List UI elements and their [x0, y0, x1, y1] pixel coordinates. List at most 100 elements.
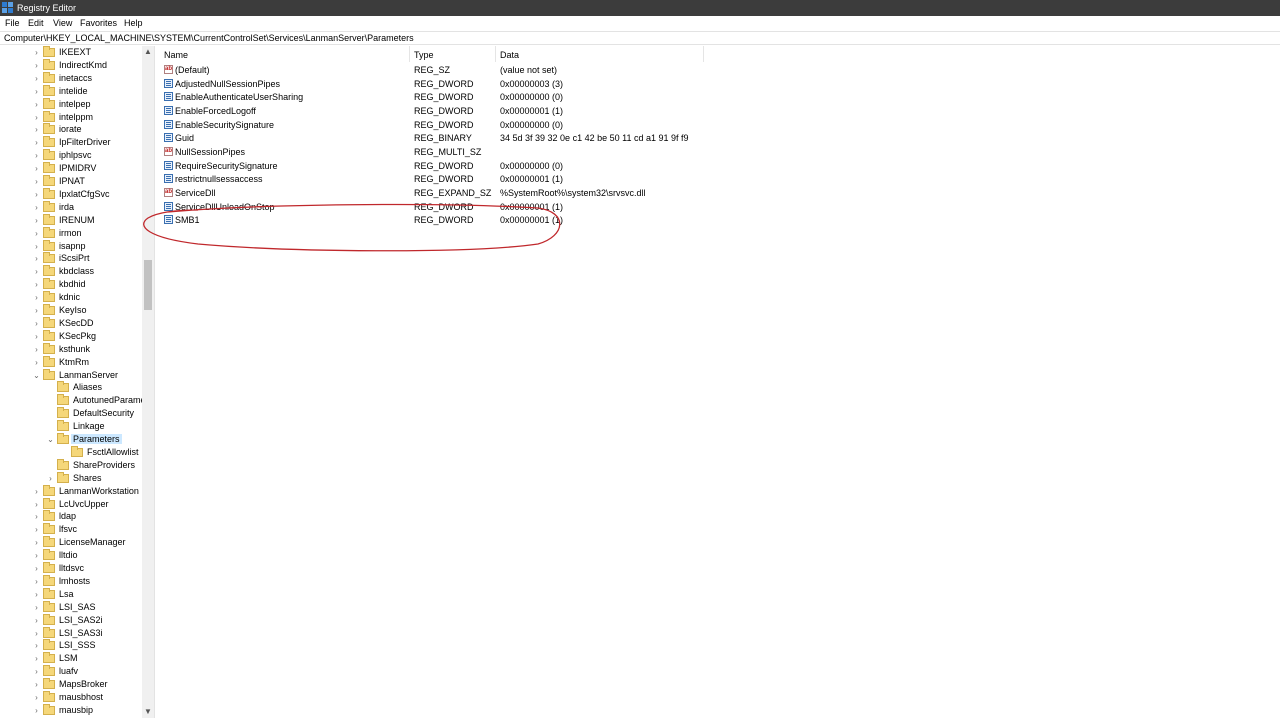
chevron-right-icon[interactable]: ›: [32, 601, 41, 614]
chevron-right-icon[interactable]: ›: [32, 291, 41, 304]
chevron-right-icon[interactable]: ›: [32, 562, 41, 575]
chevron-right-icon[interactable]: ›: [32, 201, 41, 214]
value-row[interactable]: EnableSecuritySignature REG_DWORD 0x000000…: [159, 119, 704, 132]
tree-item[interactable]: › IRENUM: [0, 213, 142, 227]
scroll-up-arrow-icon[interactable]: ▲: [142, 46, 154, 58]
tree-item[interactable]: DefaultSecurity: [0, 407, 142, 420]
tree-item[interactable]: › LSI_SAS: [0, 600, 142, 614]
tree-scrollbar[interactable]: ▲ ▼: [142, 46, 154, 718]
chevron-right-icon[interactable]: ›: [32, 330, 41, 343]
chevron-right-icon[interactable]: ›: [32, 614, 41, 627]
chevron-right-icon[interactable]: ›: [32, 575, 41, 588]
tree-item[interactable]: › mausbhost: [0, 691, 142, 704]
chevron-right-icon[interactable]: ›: [32, 72, 41, 85]
chevron-right-icon[interactable]: ›: [32, 498, 41, 511]
tree-item[interactable]: FsctlAllowlist: [0, 445, 142, 459]
chevron-right-icon[interactable]: ›: [32, 227, 41, 240]
tree-item[interactable]: › irda: [0, 200, 142, 214]
value-row[interactable]: restrictnullsessaccess REG_DWORD 0x0000000…: [159, 173, 704, 186]
chevron-right-icon[interactable]: ›: [32, 265, 41, 278]
chevron-right-icon[interactable]: ›: [32, 162, 41, 175]
column-separator[interactable]: [495, 46, 496, 62]
tree-item[interactable]: › LSI_SAS2i: [0, 613, 142, 627]
tree-item[interactable]: › iScsiPrt: [0, 252, 142, 265]
tree-item[interactable]: ⌄ Parameters: [0, 433, 142, 446]
chevron-right-icon[interactable]: ›: [32, 278, 41, 291]
values-list[interactable]: Name Type Data ab (Default) REG_SZ (value n…: [159, 46, 1280, 718]
chevron-right-icon[interactable]: ›: [32, 123, 41, 136]
chevron-right-icon[interactable]: ›: [32, 59, 41, 72]
tree-item[interactable]: Aliases: [0, 381, 142, 394]
value-row[interactable]: SMB1 REG_DWORD 0x00000001 (1): [159, 214, 704, 227]
tree-item[interactable]: › lfsvc: [0, 523, 142, 536]
chevron-right-icon[interactable]: ›: [32, 188, 41, 201]
chevron-right-icon[interactable]: ›: [32, 678, 41, 691]
address-bar[interactable]: Computer\HKEY_LOCAL_MACHINE\SYSTEM\Curre…: [0, 31, 1280, 45]
tree-item[interactable]: › KeyIso: [0, 304, 142, 317]
value-row[interactable]: Guid REG_BINARY 34 5d 3f 39 32 0e c1 42 be…: [159, 132, 704, 145]
tree-item[interactable]: › kbdclass: [0, 265, 142, 278]
scroll-thumb[interactable]: [144, 260, 152, 310]
tree-item[interactable]: Linkage: [0, 420, 142, 433]
chevron-right-icon[interactable]: ›: [32, 111, 41, 124]
tree-item[interactable]: › isapnp: [0, 239, 142, 253]
chevron-right-icon[interactable]: ›: [32, 149, 41, 162]
column-type[interactable]: Type: [414, 50, 434, 60]
menu-view[interactable]: View: [53, 18, 72, 28]
tree-item[interactable]: › IKEEXT: [0, 46, 142, 59]
tree-item[interactable]: › MapsBroker: [0, 678, 142, 691]
tree-item[interactable]: › LicenseManager: [0, 536, 142, 549]
tree-item[interactable]: › irmon: [0, 226, 142, 240]
column-separator[interactable]: [703, 46, 704, 62]
tree-item[interactable]: › LcUvcUpper: [0, 497, 142, 511]
tree-item[interactable]: › lmhosts: [0, 574, 142, 588]
chevron-right-icon[interactable]: ›: [32, 252, 41, 265]
chevron-right-icon[interactable]: ›: [32, 98, 41, 111]
chevron-right-icon[interactable]: ›: [32, 536, 41, 549]
chevron-right-icon[interactable]: ›: [32, 704, 41, 717]
column-name[interactable]: Name: [164, 50, 188, 60]
chevron-right-icon[interactable]: ›: [32, 317, 41, 330]
tree-item[interactable]: › IpFilterDriver: [0, 136, 142, 149]
tree-item[interactable]: › IPNAT: [0, 175, 142, 188]
tree-item[interactable]: › kdnic: [0, 291, 142, 304]
chevron-down-icon[interactable]: ⌄: [46, 433, 55, 446]
chevron-right-icon[interactable]: ›: [32, 85, 41, 98]
chevron-right-icon[interactable]: ›: [32, 627, 41, 640]
key-tree[interactable]: › IKEEXT › IndirectKmd › inetaccs › intelide › in…: [0, 46, 155, 718]
chevron-right-icon[interactable]: ›: [32, 214, 41, 227]
tree-item[interactable]: › Shares: [0, 471, 142, 485]
tree-item[interactable]: › KtmRm: [0, 355, 142, 369]
chevron-right-icon[interactable]: ›: [32, 175, 41, 188]
tree-item[interactable]: AutotunedParameters: [0, 394, 154, 407]
chevron-right-icon[interactable]: ›: [32, 691, 41, 704]
chevron-right-icon[interactable]: ›: [32, 485, 41, 498]
chevron-right-icon[interactable]: ›: [32, 46, 41, 59]
chevron-right-icon[interactable]: ›: [32, 136, 41, 149]
tree-item[interactable]: › ksthunk: [0, 342, 142, 356]
tree-item[interactable]: › KSecDD: [0, 316, 142, 330]
tree-item[interactable]: ⌄ LanmanServer: [0, 368, 142, 382]
tree-item[interactable]: › mausbip: [0, 703, 142, 717]
value-row[interactable]: AdjustedNullSessionPipes REG_DWORD 0x00000…: [159, 78, 704, 91]
chevron-right-icon[interactable]: ›: [32, 588, 41, 601]
chevron-right-icon[interactable]: ›: [32, 665, 41, 678]
chevron-right-icon[interactable]: ›: [32, 523, 41, 536]
tree-item[interactable]: › kbdhid: [0, 278, 142, 291]
value-row[interactable]: ab ServiceDll REG_EXPAND_SZ %SystemRoot%\sy…: [159, 187, 704, 200]
chevron-right-icon[interactable]: ›: [32, 639, 41, 652]
column-separator[interactable]: [409, 46, 410, 62]
value-row[interactable]: ServiceDllUnloadOnStop REG_DWORD 0x0000000…: [159, 201, 704, 214]
menu-favorites[interactable]: Favorites: [80, 18, 117, 28]
scroll-down-arrow-icon[interactable]: ▼: [142, 706, 154, 718]
tree-item[interactable]: › IPMIDRV: [0, 162, 142, 175]
value-row[interactable]: EnableForcedLogoff REG_DWORD 0x00000001 (1…: [159, 105, 704, 118]
tree-item[interactable]: › LSI_SSS: [0, 639, 142, 652]
menu-file[interactable]: File: [5, 18, 20, 28]
value-row[interactable]: ab (Default) REG_SZ (value not set): [159, 64, 704, 77]
chevron-right-icon[interactable]: ›: [32, 343, 41, 356]
tree-item[interactable]: › iphlpsvc: [0, 149, 142, 162]
tree-item[interactable]: › LSM: [0, 652, 142, 665]
tree-item[interactable]: › Lsa: [0, 587, 142, 601]
tree-item[interactable]: › intelppm: [0, 110, 142, 124]
